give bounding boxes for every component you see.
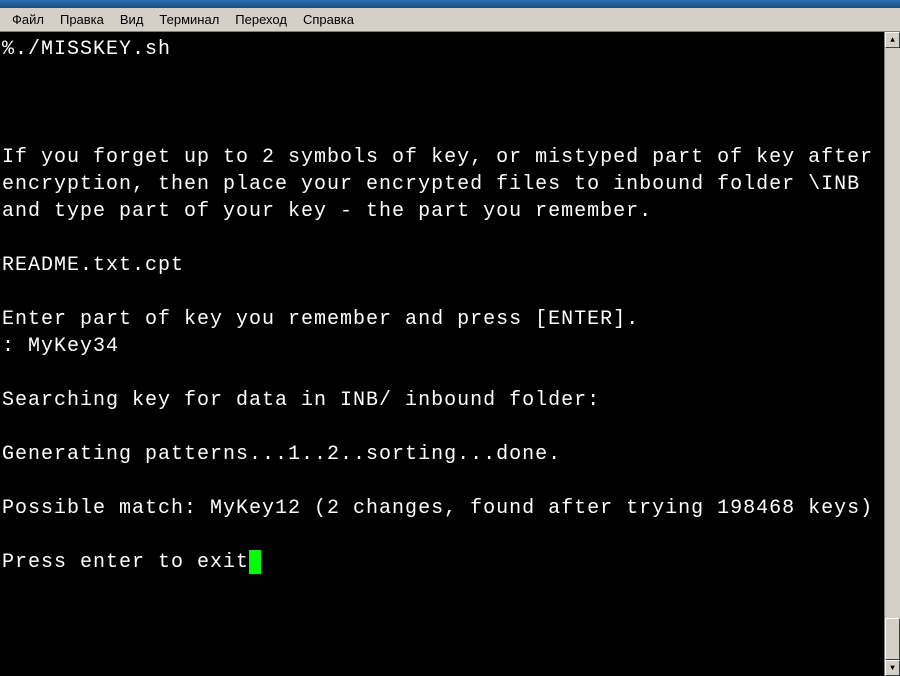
terminal-output[interactable]: %./MISSKEY.sh If you forget up to 2 symb…	[0, 32, 884, 676]
menu-terminal[interactable]: Терминал	[151, 9, 227, 30]
scroll-thumb[interactable]	[885, 618, 900, 660]
scroll-down-button[interactable]: ▼	[885, 660, 900, 676]
menubar: Файл Правка Вид Терминал Переход Справка	[0, 8, 900, 32]
window-titlebar	[0, 0, 900, 8]
menu-view[interactable]: Вид	[112, 9, 152, 30]
menu-edit[interactable]: Правка	[52, 9, 112, 30]
scroll-up-button[interactable]: ▲	[885, 32, 900, 48]
menu-goto[interactable]: Переход	[227, 9, 295, 30]
terminal-area: %./MISSKEY.sh If you forget up to 2 symb…	[0, 32, 900, 676]
scrollbar: ▲ ▼	[884, 32, 900, 676]
menu-file[interactable]: Файл	[4, 9, 52, 30]
scroll-track[interactable]	[885, 48, 900, 660]
terminal-cursor	[249, 550, 261, 574]
menu-help[interactable]: Справка	[295, 9, 362, 30]
